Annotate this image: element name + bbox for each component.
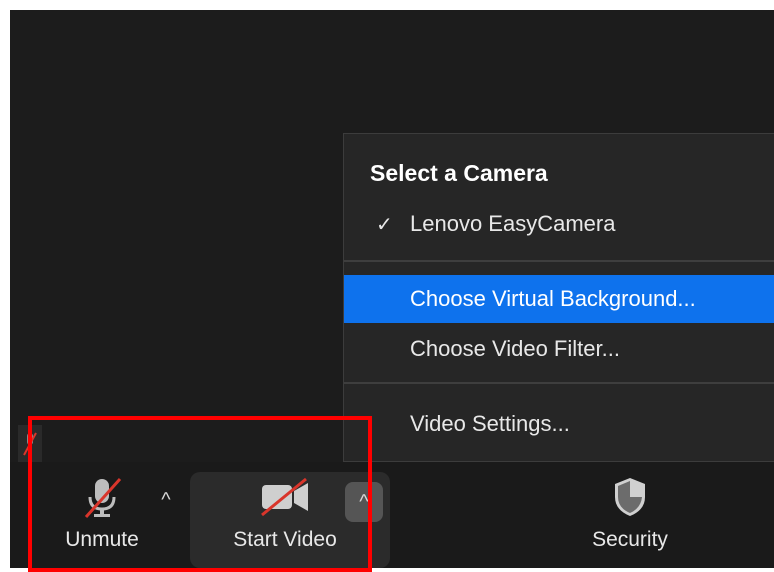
menu-item-label: Choose Virtual Background... <box>410 286 696 311</box>
chevron-up-icon: ^ <box>161 488 171 511</box>
microphone-muted-small-icon <box>23 432 37 456</box>
menu-item-lenovo-easycamera[interactable]: ✓ Lenovo EasyCamera <box>344 200 774 248</box>
meeting-toolbar: Unmute ^ Start Video ^ Security <box>10 462 774 568</box>
camera-options-menu: Select a Camera ✓ Lenovo EasyCamera Choo… <box>343 133 774 462</box>
camera-off-icon <box>258 476 312 518</box>
unmute-label: Unmute <box>65 528 139 551</box>
chevron-up-icon: ^ <box>359 490 369 513</box>
menu-item-video-settings[interactable]: Video Settings... <box>344 400 774 448</box>
menu-header: Select a Camera <box>370 160 548 186</box>
menu-item-label: Choose Video Filter... <box>410 336 620 361</box>
menu-item-label: Video Settings... <box>410 411 570 436</box>
menu-item-choose-virtual-background[interactable]: Choose Virtual Background... <box>344 275 774 323</box>
menu-separator <box>344 382 774 384</box>
microphone-muted-icon <box>80 476 124 519</box>
menu-item-choose-video-filter[interactable]: Choose Video Filter... <box>344 325 774 373</box>
unmute-button[interactable]: Unmute <box>52 462 152 568</box>
participant-muted-indicator <box>18 425 42 463</box>
start-video-label: Start Video <box>233 528 337 551</box>
menu-item-label: Lenovo EasyCamera <box>410 211 616 236</box>
security-button[interactable]: Security <box>570 462 690 568</box>
security-label: Security <box>592 528 668 551</box>
start-video-button[interactable]: Start Video <box>205 462 365 568</box>
audio-options-caret[interactable]: ^ <box>155 484 177 516</box>
shield-icon <box>610 476 650 518</box>
video-options-caret[interactable]: ^ <box>345 482 383 522</box>
checkmark-icon: ✓ <box>376 213 393 236</box>
menu-separator <box>344 260 774 262</box>
